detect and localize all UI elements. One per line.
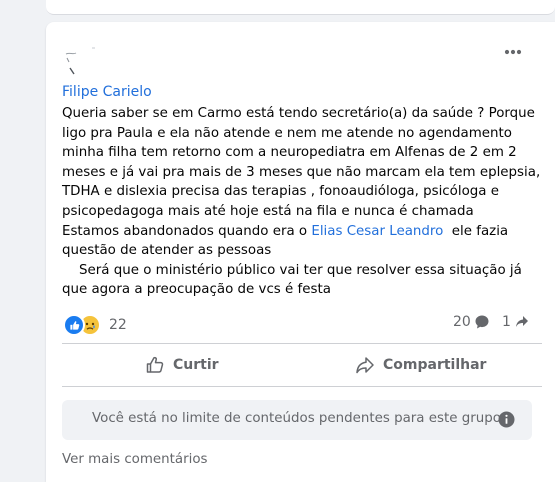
post-text-line: ligo pra Paula e ela não atende e nem me… [62,125,512,141]
share-button-label: Compartilhar [383,357,487,373]
comment-count-button[interactable]: 20 [453,314,490,330]
share-icon [356,357,374,374]
post-text-line-with-mention: Estamos abandonados quando era o Elias C… [62,222,542,242]
post-text-line: TDHA e dislexia precisa das terapias , f… [62,184,499,200]
pending-content-notice: Você está no limite de conteúdos pendent… [62,400,532,440]
thumbs-up-icon [146,356,164,373]
more-horizontal-icon [504,49,522,55]
post-text-segment: Estamos abandonados quando era o [62,223,312,239]
action-bar-divider-top [62,343,542,344]
view-more-comments-link[interactable]: Ver mais comentários [62,452,208,467]
user-mention-link[interactable]: Elias Cesar Leandro [311,224,443,239]
reactions-summary[interactable]: 22 [63,314,127,336]
action-bar-divider-bottom [62,386,542,387]
post-text-line: que agora a preocupação de vcs é festa [62,282,331,298]
post-options-button[interactable] [497,38,529,66]
post-text-line: meses e já vai pra mais de 3 meses que n… [62,164,541,180]
post-body-text: Queria saber se em Carmo está tendo secr… [62,104,542,300]
post-author-name[interactable]: Filipe Carielo [62,84,152,100]
like-button-label: Curtir [173,357,219,373]
reaction-count: 22 [109,317,127,333]
post-text-line: Queria saber se em Carmo está tendo secr… [62,106,535,121]
post-text-line: psicopedagoga mais até hoje está na fila… [62,203,474,219]
redacted-avatar-scribble [65,47,95,75]
share-count-button[interactable]: 1 [502,314,529,330]
share-button[interactable]: Compartilhar [355,347,486,383]
like-reaction-icon [63,314,85,336]
comment-bubble-icon [475,315,489,329]
post-text-line: questão de atender as pessoas [62,243,272,259]
previous-post-card [46,0,555,15]
post-text-segment: ele fazia [443,223,509,239]
post-text-line: Será que o ministério público vai ter qu… [62,262,522,278]
comment-count: 20 [453,314,471,330]
share-arrow-icon [515,316,528,327]
notice-text: Você está no limite de conteúdos pendent… [92,411,505,426]
share-count: 1 [502,314,511,330]
like-button[interactable]: Curtir [145,347,219,383]
info-icon[interactable] [498,411,515,428]
post-text-line: minha filha tem retorno com a neuropedia… [62,145,517,161]
